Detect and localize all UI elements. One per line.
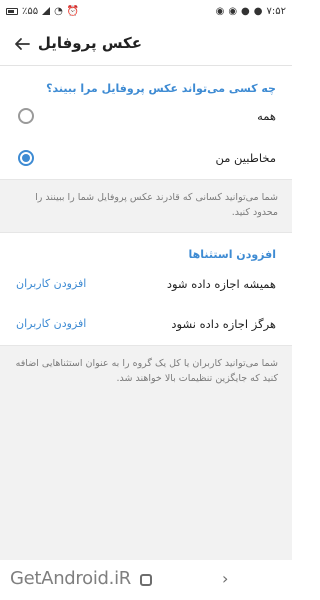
always-allow-add-users-link[interactable]: افزودن کاربران <box>16 277 86 290</box>
privacy-info-box: شما می‌توانید کسانی که قادرند عکس پروفای… <box>0 179 292 233</box>
notification-icon-3: ● <box>241 5 250 17</box>
signal-icon <box>42 7 51 15</box>
never-allow-row[interactable]: هرگز اجازه داده نشود افزودن کاربران <box>0 306 292 344</box>
exceptions-info-text: شما می‌توانید کاربران یا کل یک گروه را ب… <box>15 358 278 384</box>
battery-percent: ٪۵۵ <box>22 5 39 17</box>
status-right: ◉ ◉ ● ● ۷:۵۲ <box>216 6 286 17</box>
app-bar: عکس پروفایل <box>0 22 292 66</box>
home-square-icon[interactable] <box>140 574 152 586</box>
privacy-section-title: چه کسی می‌تواند عکس پروفایل مرا ببیند؟ <box>46 82 276 95</box>
exceptions-section-title: افزودن استثناها <box>188 248 276 261</box>
status-time: ۷:۵۲ <box>266 5 286 17</box>
page-title: عکس پروفایل <box>37 34 142 52</box>
battery-icon <box>6 7 18 15</box>
option-my-contacts[interactable]: مخاطبین من <box>0 140 292 178</box>
option-everybody-label: همه <box>257 109 276 123</box>
radio-my-contacts[interactable] <box>18 150 34 166</box>
status-bar: ٪۵۵ ◔ ⏰ ◉ ◉ ● ● ۷:۵۲ <box>0 0 292 22</box>
always-allow-label: همیشه اجازه داده شود <box>166 277 276 291</box>
never-allow-label: هرگز اجازه داده نشود <box>171 317 276 331</box>
watermark-text: GetAndroid.iR <box>10 568 132 589</box>
notification-icon-2: ◉ <box>228 5 238 17</box>
always-allow-row[interactable]: همیشه اجازه داده شود افزودن کاربران <box>0 266 292 304</box>
arrow-left-icon <box>15 38 30 50</box>
status-left: ٪۵۵ ◔ ⏰ <box>6 6 79 17</box>
notification-icon-4: ● <box>253 5 263 17</box>
navigation-bar: GetAndroid.iR › <box>0 560 292 600</box>
alarm-icon: ⏰ <box>66 5 80 17</box>
back-button[interactable] <box>10 32 34 56</box>
radio-everybody[interactable] <box>18 108 34 124</box>
exceptions-info-box: شما می‌توانید کاربران یا کل یک گروه را ب… <box>0 345 292 405</box>
wifi-icon: ◔ <box>54 5 63 17</box>
chevron-right-icon[interactable]: › <box>222 569 228 588</box>
privacy-info-text: شما می‌توانید کسانی که قادرند عکس پروفای… <box>35 192 278 218</box>
option-my-contacts-label: مخاطبین من <box>215 151 276 165</box>
notification-icon: ◉ <box>215 5 225 17</box>
never-allow-add-users-link[interactable]: افزودن کاربران <box>16 317 86 330</box>
option-everybody[interactable]: همه <box>0 98 292 136</box>
